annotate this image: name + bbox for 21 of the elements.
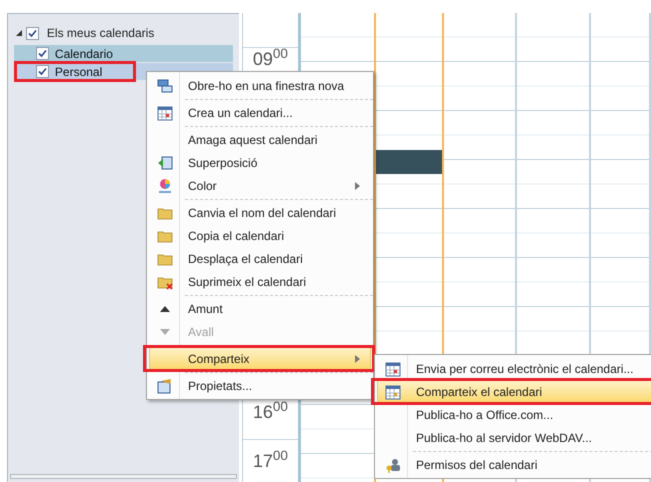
- menu-item[interactable]: Canvia el nom del calendari: [149, 201, 371, 224]
- menu-item[interactable]: Propietats...: [149, 374, 371, 397]
- menu-item[interactable]: Publica-ho a Office.com...: [377, 403, 651, 426]
- menu-item[interactable]: Publica-ho al servidor WebDAV...: [377, 426, 651, 449]
- hour-label: 17$^{00}$: [252, 452, 288, 470]
- menu-item[interactable]: Superposició: [149, 151, 371, 174]
- hour-label: 16$^{00}$: [252, 403, 288, 421]
- menu-item[interactable]: Suprimeix el calendari: [149, 270, 371, 293]
- menu-item[interactable]: Envia per correu electrònic el calendari...: [377, 357, 651, 380]
- menu-item[interactable]: Color: [149, 174, 371, 197]
- menu-item[interactable]: Amunt: [149, 297, 371, 320]
- menu-item[interactable]: Permisos del calendari: [377, 453, 651, 476]
- menu-item[interactable]: Crea un calendari...: [149, 101, 371, 124]
- menu-item[interactable]: Comparteix: [149, 347, 371, 370]
- group-label: Els meus calendaris: [46, 25, 154, 42]
- calendar-item[interactable]: Calendario: [14, 45, 233, 62]
- menu-item[interactable]: Desplaça el calendari: [149, 247, 371, 270]
- menu-item[interactable]: Amaga aquest calendari: [149, 128, 371, 151]
- hour-label: 09$^{00}$: [252, 50, 288, 68]
- menu-item[interactable]: Comparteix el calendari: [377, 380, 651, 403]
- menu-item[interactable]: Copia el calendari: [149, 224, 371, 247]
